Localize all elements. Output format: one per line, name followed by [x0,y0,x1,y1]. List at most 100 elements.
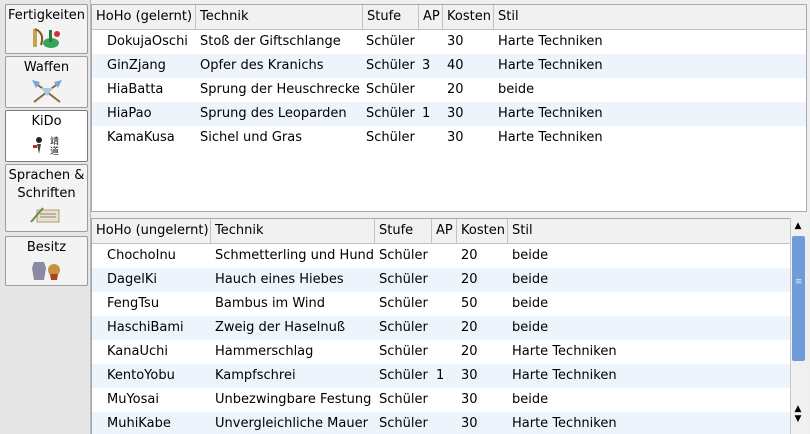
svg-text:道: 道 [50,145,59,157]
cell-hoho: MuYosai [107,392,159,407]
crossed-axes-icon [31,80,62,103]
tab-label: KiDo [31,114,62,129]
column-header-hoho[interactable]: HoHo (gelernt) [92,5,196,29]
cell-technik: Sprung des Leoparden [200,106,347,121]
svg-text:靖: 靖 [50,135,59,147]
scroll-quill-icon [29,207,59,223]
tab-kido[interactable]: KiDo 靖 道 [5,110,88,162]
scroll-up-arrow-icon[interactable]: ▲ [790,219,806,233]
tab-fertigkeiten[interactable]: Fertigkeiten [5,4,88,54]
cell-kosten: 30 [461,392,478,407]
cell-hoho: KamaKusa [107,130,175,145]
scrollbar-grip-icon: ≡ [794,277,803,287]
cell-stil: beide [512,392,549,407]
cell-ap: 1 [422,106,431,121]
cell-technik: Kampfschrei [215,368,296,383]
cell-kosten: 20 [461,320,478,335]
cell-stil: Harte Techniken [498,130,603,145]
table-row[interactable]: HiaPao Sprung des Leoparden Schüler 1 30 Hart… [92,102,806,126]
column-header-kosten[interactable]: Kosten [457,219,508,243]
cell-stufe: Schüler [379,344,428,359]
tab-sprachen-schriften[interactable]: Sprachen & Schriften [5,164,88,232]
table-row[interactable]: KanaUchi Hammerschlag Schüler 20 Harte Techn… [92,340,806,364]
table-row[interactable]: ChochoInu Schmetterling und Hund Schüler 20… [92,244,806,268]
cell-stufe: Schüler [366,58,415,73]
cell-stufe: Schüler [379,416,428,431]
cell-technik: Sprung der Heuschrecke [200,82,360,97]
unlearned-techniques-table: HoHo (ungelernt) Technik Stufe AP Kosten… [91,218,807,434]
column-header-stil[interactable]: Stil [508,219,791,243]
cell-stil: beide [512,320,549,335]
cell-stufe: Schüler [379,272,428,287]
column-header-stufe[interactable]: Stufe [375,219,432,243]
cell-hoho: ChochoInu [107,248,176,263]
tab-label: Fertigkeiten [7,8,86,23]
learned-techniques-table: HoHo (gelernt) Technik Stufe AP Kosten S… [91,4,807,212]
table-row[interactable]: DagelKi Hauch eines Hiebes Schüler 20 beide [92,268,806,292]
table-row[interactable]: KamaKusa Sichel und Gras Schüler 30 Harte Te… [92,126,806,150]
column-header-hoho[interactable]: HoHo (ungelernt) [92,219,211,243]
cell-stufe: Schüler [366,130,415,145]
tab-besitz[interactable]: Besitz [5,236,88,286]
column-header-stufe[interactable]: Stufe [363,5,419,29]
table-row[interactable]: MuhiKabe Unvergleichliche Mauer Schüler 30 H… [92,412,806,434]
cell-stil: beide [512,272,549,287]
cell-stufe: Schüler [379,320,428,335]
tab-label: Sprachen & Schriften [8,168,85,201]
cell-kosten: 20 [461,344,478,359]
cell-technik: Hammerschlag [215,344,314,359]
table-row[interactable]: HiaBatta Sprung der Heuschrecke Schüler 20 b… [92,78,806,102]
cell-technik: Schmetterling und Hund [215,248,375,263]
column-header-ap[interactable]: AP [432,219,457,243]
cell-kosten: 20 [461,248,478,263]
cell-stufe: Schüler [379,248,428,263]
cell-hoho: KentoYobu [107,368,175,383]
table-header: HoHo (ungelernt) Technik Stufe AP Kosten… [92,219,806,244]
cell-stufe: Schüler [366,34,415,49]
cell-kosten: 20 [447,82,464,97]
table-row[interactable]: MuYosai Unbezwingbare Festung Schüler 30 bei… [92,388,806,412]
cell-kosten: 50 [461,296,478,311]
cell-kosten: 40 [447,58,464,73]
cell-technik: Zweig der Haselnuß [215,320,346,335]
cell-technik: Sichel und Gras [200,130,303,145]
scrollbar-thumb[interactable] [792,236,805,361]
cell-stil: Harte Techniken [498,34,603,49]
cell-stufe: Schüler [366,82,415,97]
cell-kosten: 20 [461,272,478,287]
cell-hoho: KanaUchi [107,344,168,359]
column-header-ap[interactable]: AP [419,5,443,29]
armor-icon [31,262,60,280]
cell-technik: Unvergleichliche Mauer [215,416,368,431]
instruments-icon [32,28,60,48]
column-header-technik[interactable]: Technik [211,219,375,243]
tab-label: Waffen [23,60,70,75]
table-row[interactable]: GinZjang Opfer des Kranichs Schüler 3 40 Hart… [92,54,806,78]
cell-stil: beide [512,248,549,263]
cell-technik: Stoß der Giftschlange [200,34,341,49]
cell-hoho: DagelKi [107,272,157,287]
table-row[interactable]: HaschiBami Zweig der Haselnuß Schüler 20 bei… [92,316,806,340]
table-row[interactable]: DokujaOschi Stoß der Giftschlange Schüler 3… [92,30,806,54]
cell-kosten: 30 [461,368,478,383]
cell-hoho: HaschiBami [107,320,184,335]
tab-waffen[interactable]: Waffen [5,56,88,108]
cell-hoho: FengTsu [107,296,160,311]
cell-stil: beide [512,296,549,311]
cell-technik: Opfer des Kranichs [200,58,324,73]
cell-technik: Hauch eines Hiebes [215,272,344,287]
cell-kosten: 30 [447,106,464,121]
column-header-stil[interactable]: Stil [494,5,806,29]
cell-stil: Harte Techniken [498,106,603,121]
table-row[interactable]: FengTsu Bambus im Wind Schüler 50 beide [92,292,806,316]
column-header-kosten[interactable]: Kosten [443,5,494,29]
cell-stufe: Schüler [379,296,428,311]
cell-stil: Harte Techniken [512,368,617,383]
cell-stil: Harte Techniken [498,58,603,73]
cell-hoho: HiaPao [107,106,152,121]
category-sidebar: Fertigkeiten Waffen KiDo 靖 道 Sprachen & … [0,0,91,434]
table-row[interactable]: KentoYobu Kampfschrei Schüler 1 30 Harte Tech… [92,364,806,388]
column-header-technik[interactable]: Technik [196,5,363,29]
cell-stufe: Schüler [379,392,428,407]
scroll-down-arrow-icon[interactable]: ▲ ▼ [790,404,806,434]
